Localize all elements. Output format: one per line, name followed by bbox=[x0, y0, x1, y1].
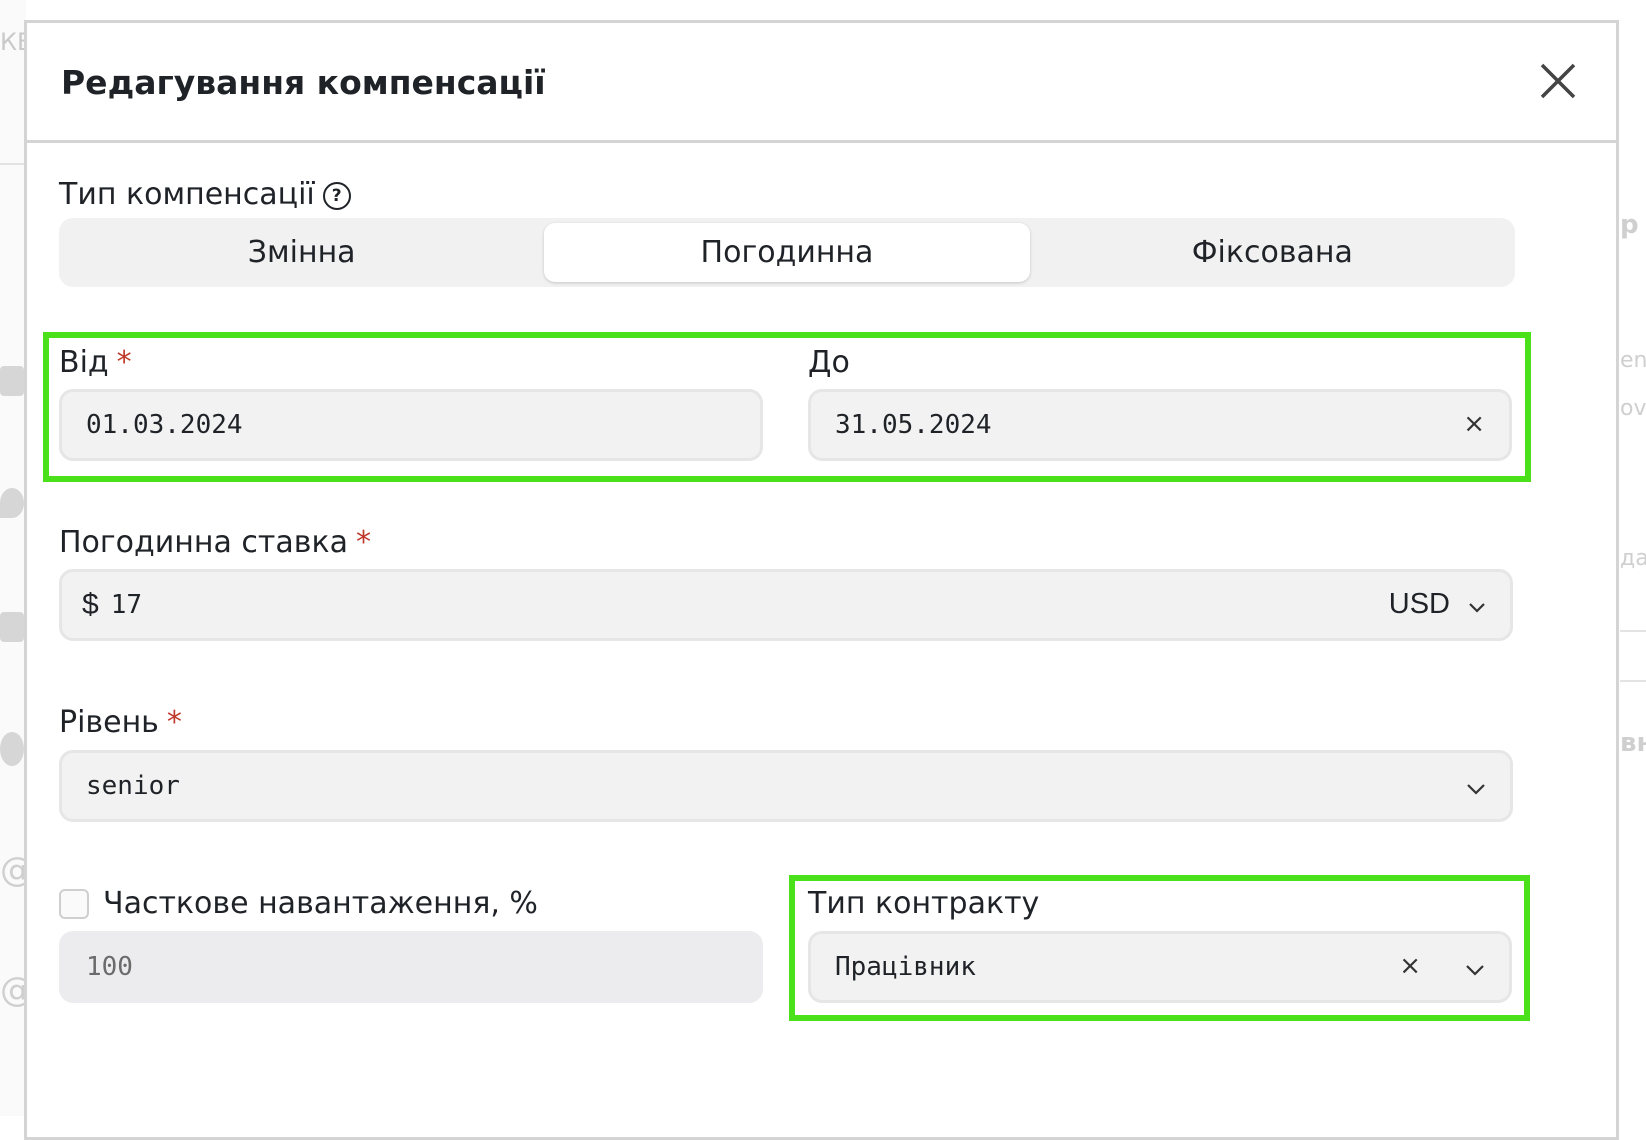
from-date-field[interactable]: 01.03.2024 bbox=[59, 389, 763, 461]
tab-hourly[interactable]: Погодинна bbox=[544, 223, 1030, 282]
from-label-row: Від * bbox=[59, 345, 132, 380]
currency-select[interactable]: USD bbox=[1389, 588, 1450, 621]
contract-type-value: Працівник bbox=[835, 952, 976, 982]
from-date-value: 01.03.2024 bbox=[86, 410, 243, 440]
briefcase-icon bbox=[0, 366, 24, 396]
chevron-down-icon[interactable] bbox=[1466, 783, 1486, 795]
level-select[interactable]: senior bbox=[59, 750, 1513, 822]
hourly-rate-label-row: Погодинна ставка * bbox=[59, 525, 371, 560]
required-marker: * bbox=[166, 705, 182, 740]
edit-compensation-modal: Редагування компенсації Тип компенсації?… bbox=[24, 20, 1619, 1140]
part-time-value: 100 bbox=[86, 952, 133, 982]
to-label: До bbox=[808, 345, 850, 380]
contact-card-icon bbox=[0, 612, 24, 642]
background-text-fragment: р bbox=[1620, 210, 1639, 240]
background-text-fragment: КЕ bbox=[0, 28, 26, 56]
clear-icon[interactable]: × bbox=[1399, 951, 1421, 981]
required-marker: * bbox=[355, 525, 371, 560]
background-divider bbox=[1620, 630, 1646, 632]
avatar bbox=[0, 732, 24, 766]
compensation-type-switch: Змінна Погодинна Фіксована bbox=[59, 218, 1515, 287]
level-label: Рівень bbox=[59, 705, 159, 740]
help-icon[interactable]: ? bbox=[322, 181, 351, 210]
part-time-field: 100 bbox=[59, 931, 763, 1003]
to-date-value: 31.05.2024 bbox=[835, 410, 992, 440]
to-date-field[interactable]: 31.05.2024 × bbox=[808, 389, 1512, 461]
compensation-type-label: Тип компенсації bbox=[59, 177, 315, 212]
background-text-fragment: ove bbox=[1620, 396, 1646, 421]
contract-type-select[interactable]: Працівник × bbox=[808, 931, 1512, 1003]
modal-title: Редагування компенсації bbox=[61, 63, 546, 102]
modal-header: Редагування компенсації bbox=[27, 23, 1616, 143]
level-value: senior bbox=[86, 771, 180, 801]
level-label-row: Рівень * bbox=[59, 705, 182, 740]
clear-icon[interactable]: × bbox=[1463, 409, 1485, 439]
contract-type-label: Тип контракту bbox=[808, 886, 1040, 921]
hourly-rate-value: 17 bbox=[110, 590, 142, 620]
location-icon bbox=[0, 488, 24, 518]
close-icon bbox=[1540, 63, 1576, 99]
background-text-fragment: дат bbox=[1620, 546, 1646, 571]
background-left-panel: КЕ @ @ bbox=[0, 0, 26, 1116]
compensation-type-label-row: Тип компенсації? bbox=[59, 177, 351, 212]
background-divider bbox=[0, 163, 26, 165]
required-marker: * bbox=[116, 345, 132, 380]
hourly-rate-label: Погодинна ставка bbox=[59, 525, 348, 560]
part-time-label: Часткове навантаження, % bbox=[103, 886, 538, 921]
background-text-fragment: вн bbox=[1620, 728, 1646, 758]
background-divider bbox=[1620, 680, 1646, 682]
tab-fixed[interactable]: Фіксована bbox=[1030, 218, 1515, 287]
chevron-down-icon[interactable] bbox=[1465, 964, 1485, 976]
part-time-checkbox[interactable] bbox=[59, 889, 89, 919]
hourly-rate-field[interactable]: $ 17 USD bbox=[59, 569, 1513, 641]
currency-symbol: $ bbox=[82, 588, 99, 621]
background-right-panel: р ens ove дат вн bbox=[1620, 0, 1646, 1116]
chevron-down-icon[interactable] bbox=[1468, 602, 1486, 614]
at-icon: @ bbox=[0, 850, 26, 890]
background-text-fragment: ens bbox=[1620, 348, 1646, 373]
at-icon: @ bbox=[0, 970, 26, 1010]
close-button[interactable] bbox=[1536, 59, 1580, 103]
tab-variable[interactable]: Змінна bbox=[59, 218, 544, 287]
from-label: Від bbox=[59, 345, 109, 380]
